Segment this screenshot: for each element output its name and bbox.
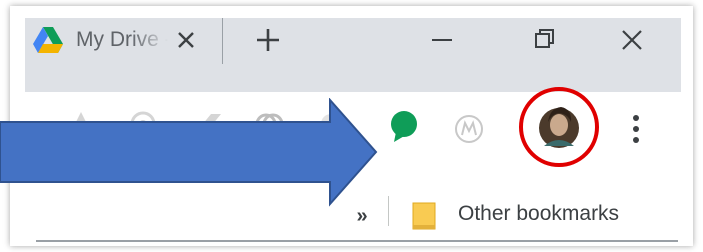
tab-title[interactable]: My Drive - Google Drive xyxy=(76,25,168,55)
m-circle-icon[interactable] xyxy=(452,112,486,146)
avatar[interactable] xyxy=(514,82,604,172)
folder-icon[interactable] xyxy=(410,200,440,232)
other-bookmarks-label[interactable]: Other bookmarks xyxy=(458,199,678,229)
google-drive-icon xyxy=(33,27,63,53)
close-icon[interactable] xyxy=(614,24,650,56)
minimize-icon[interactable] xyxy=(424,24,460,56)
green-speech-bubble-icon[interactable] xyxy=(386,106,422,146)
restore-icon[interactable] xyxy=(526,24,562,56)
bookmarks-separator xyxy=(388,196,389,226)
blue-arrow-annotation xyxy=(0,98,378,207)
tab-separator xyxy=(222,18,223,64)
three-dots-icon[interactable] xyxy=(628,112,644,146)
tab-close-icon[interactable] xyxy=(172,26,200,54)
content-divider xyxy=(36,240,678,242)
new-tab-icon[interactable] xyxy=(252,24,284,56)
